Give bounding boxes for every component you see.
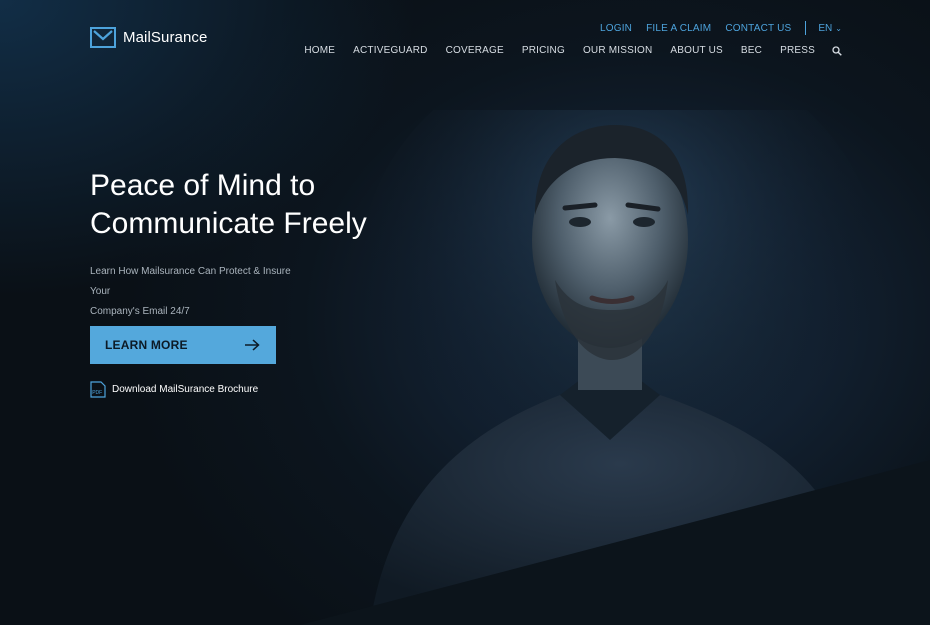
brand-logo[interactable]: MailSurance bbox=[90, 27, 207, 48]
hero-headline: Peace of Mind to Communicate Freely bbox=[90, 167, 410, 243]
chevron-down-icon: ⌄ bbox=[835, 23, 842, 33]
nav-pricing[interactable]: PRICING bbox=[522, 45, 565, 56]
file-a-claim-link[interactable]: FILE A CLAIM bbox=[646, 23, 711, 34]
hero-headline-line2: Communicate Freely bbox=[90, 207, 367, 240]
nav-home[interactable]: HOME bbox=[304, 45, 335, 56]
nav-divider bbox=[805, 21, 807, 35]
envelope-icon bbox=[90, 27, 116, 48]
arrow-right-icon bbox=[245, 339, 260, 351]
pdf-icon: PDF bbox=[90, 381, 106, 398]
search-icon[interactable] bbox=[832, 45, 842, 56]
nav-activeguard[interactable]: ACTIVEGUARD bbox=[353, 45, 427, 56]
hero-headline-line1: Peace of Mind to bbox=[90, 169, 316, 202]
hero-subtext-line2: Company's Email 24/7 bbox=[90, 306, 190, 317]
nav-about-us[interactable]: ABOUT US bbox=[670, 45, 723, 56]
utility-nav: LOGIN FILE A CLAIM CONTACT US EN ⌄ bbox=[586, 21, 842, 35]
nav-press[interactable]: PRESS bbox=[780, 45, 815, 56]
main-nav: HOME ACTIVEGUARD COVERAGE PRICING OUR MI… bbox=[286, 45, 842, 56]
hero-subtext-line1: Learn How Mailsurance Can Protect & Insu… bbox=[90, 266, 291, 297]
hero-subtext: Learn How Mailsurance Can Protect & Insu… bbox=[90, 262, 310, 322]
svg-text:PDF: PDF bbox=[92, 390, 102, 396]
brand-name: MailSurance bbox=[123, 29, 208, 46]
nav-bec[interactable]: BEC bbox=[741, 45, 762, 56]
nav-coverage[interactable]: COVERAGE bbox=[446, 45, 504, 56]
download-brochure-link[interactable]: PDF Download MailSurance Brochure bbox=[90, 381, 258, 398]
language-label: EN bbox=[818, 22, 833, 34]
nav-our-mission[interactable]: OUR MISSION bbox=[583, 45, 652, 56]
learn-more-label: LEARN MORE bbox=[105, 338, 188, 352]
language-selector[interactable]: EN ⌄ bbox=[818, 23, 842, 34]
learn-more-button[interactable]: LEARN MORE bbox=[90, 326, 276, 364]
contact-us-link[interactable]: CONTACT US bbox=[725, 23, 791, 34]
login-link[interactable]: LOGIN bbox=[600, 23, 632, 34]
download-brochure-label: Download MailSurance Brochure bbox=[112, 384, 259, 395]
